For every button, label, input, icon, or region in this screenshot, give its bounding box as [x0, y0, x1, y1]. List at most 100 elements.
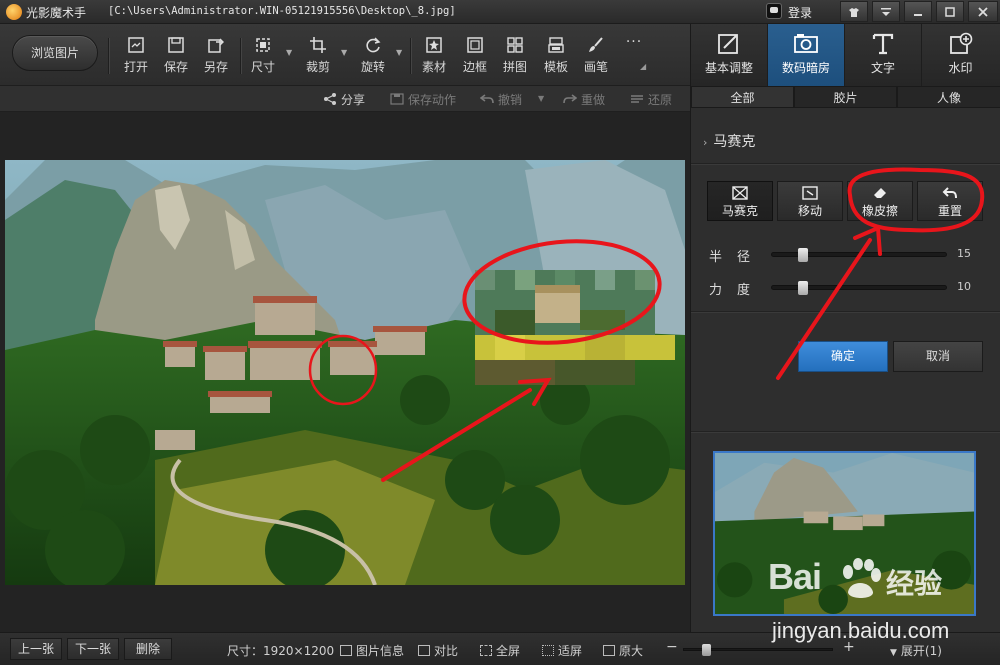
- confirm-button[interactable]: 确定: [798, 341, 888, 372]
- border-label: 边框: [462, 60, 487, 74]
- strength-label-a: 力: [709, 283, 723, 298]
- expand-label: 展开(1): [900, 644, 942, 658]
- fullscreen-label: 全屏: [496, 644, 521, 658]
- crop-dropdown-icon[interactable]: ▼: [341, 48, 349, 57]
- cancel-button[interactable]: 取消: [893, 341, 983, 372]
- maximize-button[interactable]: [936, 1, 964, 22]
- mosaic-label: 马赛克: [721, 204, 758, 218]
- move-tool-button[interactable]: 移动: [777, 181, 843, 221]
- undo-button[interactable]: 撤销: [480, 91, 522, 108]
- next-image-button[interactable]: 下一张: [67, 638, 119, 660]
- fullscreen-button[interactable]: 全屏: [480, 642, 520, 659]
- eraser-tool-button[interactable]: 橡皮擦: [847, 181, 913, 221]
- material-button[interactable]: 素材: [414, 36, 454, 80]
- tab-watermark[interactable]: 水印: [922, 24, 999, 86]
- prev-image-button[interactable]: 上一张: [10, 638, 62, 660]
- save-action-button[interactable]: 保存动作: [390, 91, 456, 108]
- eraser-label: 橡皮擦: [861, 204, 898, 218]
- minimize-button[interactable]: [904, 1, 932, 22]
- title-bar: 光影魔术手 [C:\Users\Administrator.WIN-051219…: [0, 0, 1000, 24]
- app-logo-icon: [6, 4, 22, 20]
- original-size-icon: [603, 645, 615, 656]
- restore-button[interactable]: 还原: [630, 91, 672, 108]
- reset-tool-button[interactable]: 重置: [917, 181, 983, 221]
- browse-images-button[interactable]: 浏览图片: [12, 35, 98, 71]
- open-label: 打开: [123, 60, 148, 74]
- login-label: 登录: [788, 6, 813, 20]
- radius-slider-knob[interactable]: [798, 248, 808, 262]
- brush-icon: [589, 37, 603, 52]
- tab-film[interactable]: 胶片: [794, 86, 897, 108]
- collage-icon: [507, 37, 523, 53]
- save-label: 保存: [163, 60, 188, 74]
- delete-button[interactable]: 删除: [124, 638, 172, 660]
- image-canvas[interactable]: [0, 112, 690, 632]
- resize-dropdown-icon[interactable]: ▼: [286, 48, 294, 57]
- original-size-button[interactable]: 原大: [603, 642, 643, 659]
- watermark-url: jingyan.baidu.com: [772, 618, 950, 643]
- move-label: 移动: [797, 204, 822, 218]
- section-header[interactable]: › 马赛克: [703, 131, 755, 151]
- strength-slider-knob[interactable]: [798, 281, 808, 295]
- tab-basic-adjust[interactable]: 基本调整: [691, 24, 768, 86]
- strength-slider[interactable]: [771, 281, 947, 295]
- brush-button[interactable]: 画笔: [576, 36, 616, 80]
- template-button[interactable]: 模板: [536, 36, 576, 80]
- close-button[interactable]: [968, 1, 998, 22]
- save-as-label: 另存: [203, 60, 228, 74]
- section-title: 马赛克: [713, 134, 756, 150]
- fit-screen-icon: [542, 645, 554, 656]
- eraser-icon: [874, 188, 886, 198]
- mosaic-tool-button[interactable]: 马赛克: [707, 181, 773, 221]
- tab-portrait[interactable]: 人像: [897, 86, 1000, 108]
- text-icon: [872, 33, 894, 55]
- toolbar-expand-icon[interactable]: ◢: [640, 62, 646, 71]
- rotate-dropdown-icon[interactable]: ▼: [396, 48, 404, 57]
- action-bar: 分享 保存动作 撤销 ▼ 重做 还原: [0, 86, 690, 112]
- fit-screen-button[interactable]: 适屏: [542, 642, 582, 659]
- original-size-label: 原大: [619, 644, 644, 658]
- zoom-out-button[interactable]: −: [666, 639, 678, 655]
- more-tools-button[interactable]: ···: [614, 30, 654, 74]
- resize-button[interactable]: 尺寸: [243, 36, 283, 80]
- share-label: 分享: [341, 93, 366, 107]
- radius-label-b: 径: [737, 250, 751, 265]
- border-button[interactable]: 边框: [455, 36, 495, 80]
- window-file-path: [C:\Users\Administrator.WIN-05121915556\…: [108, 5, 456, 17]
- border-icon: [467, 37, 483, 53]
- tab-text[interactable]: 文字: [845, 24, 922, 86]
- main-toolbar: 浏览图片 打开 保存 另存 尺寸 ▼ 裁剪 ▼ 旋转 ▼ 素材 边框 拼图 模板…: [0, 24, 690, 86]
- resize-label: 尺寸: [250, 60, 275, 74]
- collage-button[interactable]: 拼图: [495, 36, 535, 80]
- darkroom-icon: [794, 34, 818, 53]
- image-info-button[interactable]: 图片信息: [340, 642, 404, 659]
- panel-divider: [691, 163, 1000, 164]
- compare-button[interactable]: 对比: [418, 642, 458, 659]
- reset-icon: [942, 187, 957, 199]
- share-button[interactable]: 分享: [323, 91, 365, 108]
- rotate-button[interactable]: 旋转: [353, 36, 393, 80]
- resize-icon: [256, 38, 270, 52]
- undo-dropdown-icon[interactable]: ▼: [538, 94, 544, 103]
- zoom-slider[interactable]: [683, 644, 833, 656]
- radius-slider[interactable]: [771, 248, 947, 262]
- baidu-jingyan-watermark: Bai 经验 jingyan.baidu.com: [768, 556, 978, 646]
- open-icon: [128, 37, 144, 53]
- zoom-slider-knob[interactable]: [702, 644, 711, 656]
- save-as-button[interactable]: 另存: [196, 36, 236, 80]
- radius-label-a: 半: [709, 250, 723, 265]
- login-button[interactable]: 登录: [762, 1, 830, 22]
- crop-button[interactable]: 裁剪: [298, 36, 338, 80]
- menu-dropdown-icon: [881, 8, 891, 16]
- open-button[interactable]: 打开: [116, 36, 156, 80]
- radius-value: 15: [957, 247, 971, 260]
- chevron-right-icon: ›: [703, 136, 708, 149]
- save-button[interactable]: 保存: [156, 36, 196, 80]
- skin-button[interactable]: [840, 1, 868, 22]
- skin-icon: [849, 8, 859, 17]
- landscape-photo[interactable]: [5, 160, 685, 585]
- redo-button[interactable]: 重做: [563, 91, 605, 108]
- tab-all[interactable]: 全部: [691, 86, 794, 108]
- menu-button[interactable]: [872, 1, 900, 22]
- tab-digital-darkroom[interactable]: 数码暗房: [768, 24, 845, 86]
